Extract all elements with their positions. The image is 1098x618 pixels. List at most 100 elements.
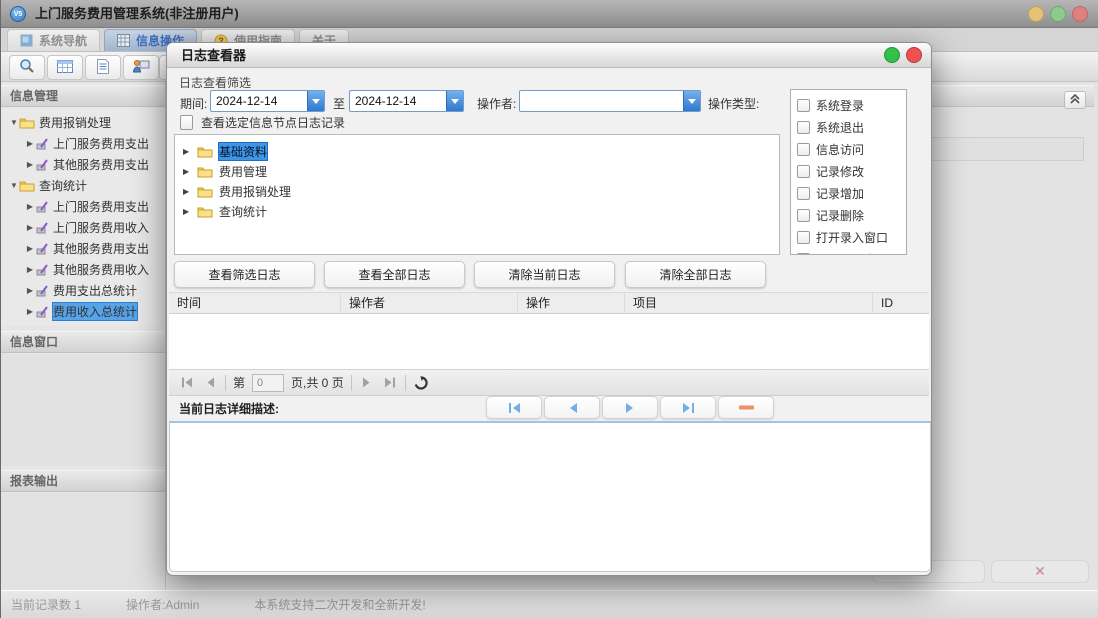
type-option-row[interactable]: 记录修改 [797, 160, 906, 182]
triangle-right-icon[interactable]: ▶ [25, 286, 35, 295]
sidebar-panel-window-header[interactable]: 信息窗口 [1, 331, 165, 353]
dropdown-button[interactable] [307, 91, 324, 111]
type-option-row[interactable]: 记录删除 [797, 204, 906, 226]
dialog-tree-label[interactable]: 查询统计 [219, 203, 267, 220]
checkbox-icon[interactable] [797, 120, 810, 134]
tree-node-leaf[interactable]: ▶ 上门服务费用收入 [1, 217, 165, 238]
col-time[interactable]: 时间 [169, 293, 341, 313]
node-filter-checkbox-row[interactable]: 查看选定信息节点日志记录 [180, 114, 345, 131]
tree-node-label[interactable]: 上门服务费用支出 [53, 135, 149, 152]
view-filtered-log-button[interactable]: 查看筛选日志 [174, 261, 315, 288]
sidebar-panel-report-header[interactable]: 报表输出 [1, 470, 165, 492]
dialog-tree-node[interactable]: ▶ 费用管理 [175, 161, 779, 181]
first-page-icon[interactable] [179, 377, 195, 388]
checkbox-icon[interactable] [797, 208, 810, 222]
operator-combobox[interactable] [519, 90, 701, 112]
dialog-maximize-button[interactable] [884, 47, 900, 63]
tree-node-leaf[interactable]: ▶ 其他服务费用支出 [1, 238, 165, 259]
last-page-icon[interactable] [382, 377, 398, 388]
triangle-down-icon[interactable]: ▼ [9, 118, 19, 127]
triangle-right-icon[interactable]: ▶ [183, 207, 191, 216]
clear-all-log-button[interactable]: 清除全部日志 [625, 261, 766, 288]
tree-node-label[interactable]: 费用支出总统计 [53, 282, 137, 299]
sidebar-panel-info-header[interactable]: 信息管理 [1, 85, 165, 107]
minimize-button[interactable] [1028, 6, 1044, 22]
record-delete-button[interactable] [718, 396, 774, 419]
maximize-button[interactable] [1050, 6, 1066, 22]
clear-current-log-button[interactable]: 清除当前日志 [474, 261, 615, 288]
triangle-right-icon[interactable]: ▶ [25, 202, 35, 211]
dropdown-button[interactable] [683, 91, 700, 111]
checkbox-icon[interactable] [180, 115, 193, 130]
tree-node-leaf[interactable]: ▶ 其他服务费用支出 [1, 154, 165, 175]
triangle-right-icon[interactable]: ▶ [183, 147, 191, 156]
tree-node-label[interactable]: 其他服务费用支出 [53, 156, 149, 173]
dialog-tree-label[interactable]: 费用报销处理 [219, 183, 291, 200]
triangle-down-icon[interactable]: ▼ [9, 181, 19, 190]
log-detail-textarea[interactable] [169, 421, 931, 572]
triangle-right-icon[interactable]: ▶ [25, 223, 35, 232]
col-project[interactable]: 项目 [625, 293, 873, 313]
type-option-row[interactable]: 打开录入窗口 [797, 226, 906, 248]
checkbox-icon[interactable] [797, 98, 810, 112]
refresh-icon[interactable] [413, 375, 429, 390]
tree-node-leaf[interactable]: ▶ 上门服务费用支出 [1, 133, 165, 154]
tree-node-label[interactable]: 上门服务费用支出 [53, 198, 149, 215]
tree-node-label[interactable]: 其他服务费用支出 [53, 240, 149, 257]
tree-node-leaf[interactable]: ▶ 费用支出总统计 [1, 280, 165, 301]
tree-node-label[interactable]: 上门服务费用收入 [53, 219, 149, 236]
tree-node-leaf-selected[interactable]: ▶ 费用收入总统计 [1, 301, 165, 322]
user-log-tool-button[interactable] [123, 55, 159, 80]
tree-node-expense-processing[interactable]: ▼ 费用报销处理 [1, 112, 165, 133]
checkbox-icon[interactable] [797, 142, 810, 156]
dialog-tree-label[interactable]: 基础资料 [217, 141, 269, 161]
col-operation[interactable]: 操作 [518, 293, 625, 313]
collapse-panel-button[interactable] [1064, 91, 1086, 109]
dialog-tree-label[interactable]: 费用管理 [219, 163, 267, 180]
tree-node-leaf[interactable]: ▶ 其他服务费用收入 [1, 259, 165, 280]
triangle-right-icon[interactable]: ▶ [25, 307, 35, 316]
search-tool-button[interactable] [9, 55, 45, 80]
dialog-node-tree[interactable]: ▶ 基础资料 ▶ 费用管理 ▶ 费用报销处理 ▶ 查询统计 [174, 134, 780, 255]
close-button[interactable] [1072, 6, 1088, 22]
next-page-icon[interactable] [359, 377, 375, 388]
tree-node-label[interactable]: 费用报销处理 [39, 114, 111, 131]
col-operator[interactable]: 操作者 [341, 293, 518, 313]
dialog-close-button[interactable] [906, 47, 922, 63]
record-prev-button[interactable] [544, 396, 600, 419]
date-to-combobox[interactable]: 2024-12-14 [349, 90, 464, 112]
page-number-input[interactable] [252, 373, 285, 392]
type-option-row[interactable]: 系统退出 [797, 116, 906, 138]
tree-node-label[interactable]: 查询统计 [39, 177, 87, 194]
document-tool-button[interactable] [85, 55, 121, 80]
tab-system-nav[interactable]: 系统导航 [7, 29, 101, 51]
type-option-row[interactable]: 记录增加 [797, 182, 906, 204]
view-all-log-button[interactable]: 查看全部日志 [324, 261, 465, 288]
triangle-right-icon[interactable]: ▶ [183, 167, 191, 176]
record-next-button[interactable] [602, 396, 658, 419]
record-last-button[interactable] [660, 396, 716, 419]
date-from-combobox[interactable]: 2024-12-14 [210, 90, 325, 112]
col-id[interactable]: ID [873, 293, 929, 313]
dropdown-button[interactable] [446, 91, 463, 111]
type-option-row[interactable]: 系统登录 [797, 94, 906, 116]
log-table-body[interactable] [169, 314, 929, 369]
checkbox-icon[interactable] [797, 252, 810, 254]
bottom-close-button[interactable]: ✕ [991, 560, 1089, 583]
dialog-tree-node-selected[interactable]: ▶ 基础资料 [175, 141, 779, 161]
operation-type-list[interactable]: 系统登录 系统退出 信息访问 记录修改 记录增加 记录删除 打开录入窗口 关闭录… [790, 89, 907, 255]
tree-node-query-stats[interactable]: ▼ 查询统计 [1, 175, 165, 196]
record-first-button[interactable] [486, 396, 542, 419]
tree-node-label[interactable]: 其他服务费用收入 [53, 261, 149, 278]
dialog-tree-node[interactable]: ▶ 费用报销处理 [175, 181, 779, 201]
table-tool-button[interactable] [47, 55, 83, 80]
type-option-row[interactable]: 关闭录入窗口 [797, 248, 906, 254]
checkbox-icon[interactable] [797, 230, 810, 244]
prev-page-icon[interactable] [202, 377, 218, 388]
triangle-right-icon[interactable]: ▶ [25, 244, 35, 253]
triangle-right-icon[interactable]: ▶ [25, 265, 35, 274]
triangle-right-icon[interactable]: ▶ [25, 139, 35, 148]
triangle-right-icon[interactable]: ▶ [183, 187, 191, 196]
dialog-tree-node[interactable]: ▶ 查询统计 [175, 201, 779, 221]
checkbox-icon[interactable] [797, 186, 810, 200]
